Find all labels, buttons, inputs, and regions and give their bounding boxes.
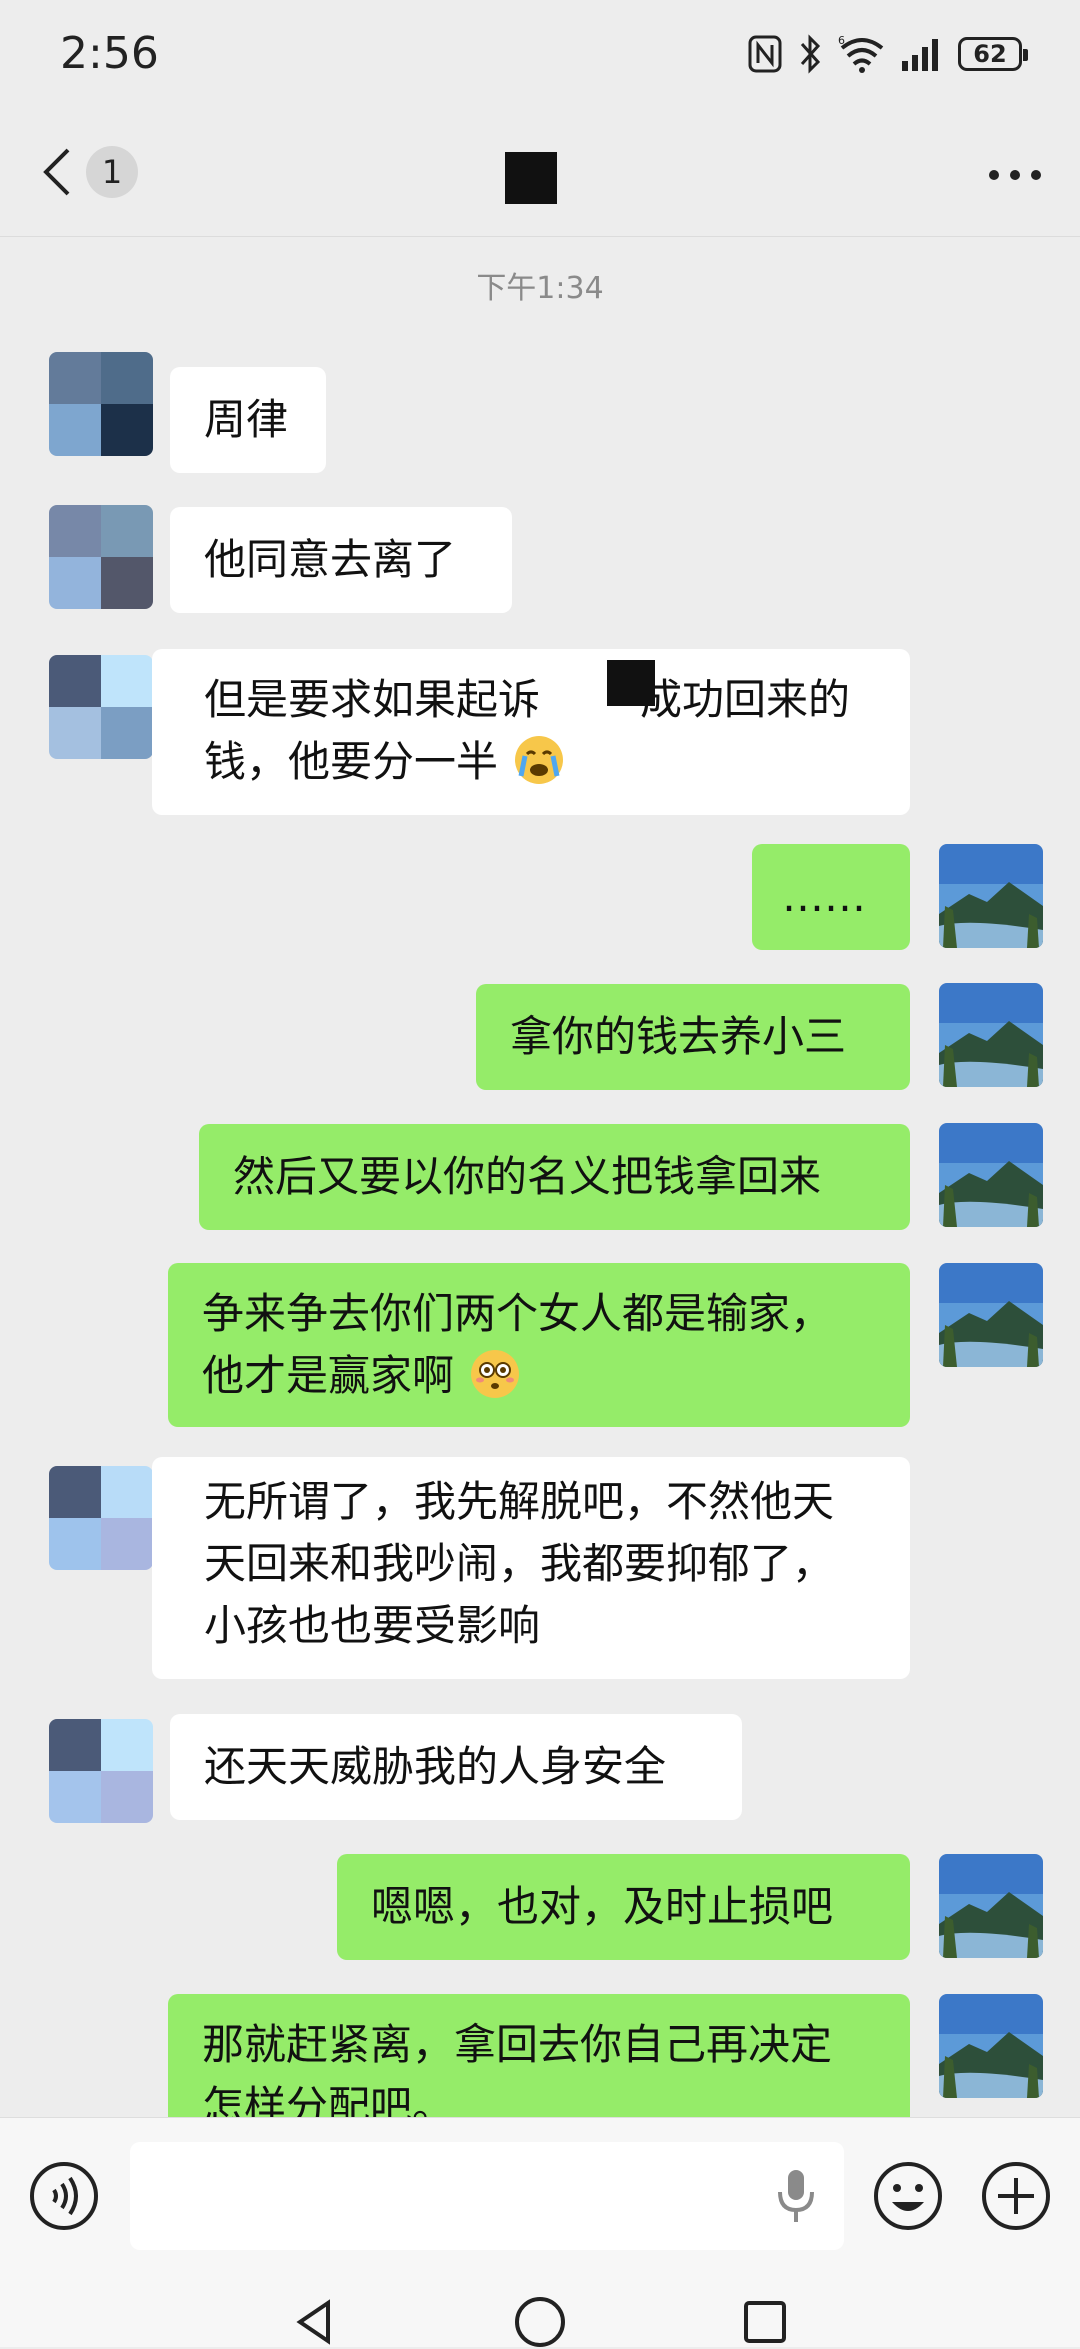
contact-avatar[interactable] [49,655,153,759]
plus-icon [982,2162,1050,2230]
contact-avatar[interactable] [49,1466,153,1570]
message-bubble-outgoing[interactable]: 那就赶紧离，拿回去你自己再决定 怎样分配吧。 [168,1994,910,2117]
message-bubble-incoming[interactable]: 还天天威胁我的人身安全 [170,1714,742,1820]
user-avatar[interactable] [939,1854,1043,1958]
voice-toggle-icon [30,2162,98,2230]
back-button[interactable]: 1 [38,140,158,204]
user-avatar[interactable] [939,1123,1043,1227]
message-text: 怎样分配吧。 [202,2082,455,2117]
message-bubble-incoming[interactable]: 但是要求如果起诉 成功回来的 钱，他要分一半 [152,649,910,815]
voice-toggle-button[interactable] [28,2160,100,2232]
message-text: 无所谓了，我先解脱吧，不然他天 [204,1477,835,1526]
microphone-icon[interactable] [776,2168,816,2224]
emoji-button[interactable] [872,2160,944,2232]
message-text: 小孩也也要受影响 [204,1601,541,1650]
svg-text:6: 6 [838,34,845,47]
landscape-avatar-image [939,1854,1043,1958]
signal-icon [902,39,938,71]
message-bubble-incoming[interactable]: 周律 [170,367,326,473]
flushed-emoji [471,1350,520,1398]
chat-header: 1 [0,110,1080,237]
landscape-avatar-image [939,844,1043,948]
recents-square-icon[interactable] [740,2297,790,2347]
emoji-icon [874,2162,942,2230]
more-dots-icon [989,170,1041,180]
message-input-bar [0,2117,1080,2278]
message-text: 然后又要以你的名义把钱拿回来 [233,1152,822,1201]
landscape-avatar-image [939,1994,1043,2098]
message-bubble-outgoing[interactable]: 嗯嗯，也对，及时止损吧 [337,1854,910,1960]
status-icons: 6 62 [748,32,1028,76]
message-bubble-incoming[interactable]: 他同意去离了 [170,507,512,613]
message-bubble-outgoing[interactable]: …… [752,844,910,950]
message-text: 拿你的钱去养小三 [510,1012,847,1061]
system-navigation-bar [0,2277,1080,2347]
message-list[interactable]: 下午1:34 周律 他同意去离了 但是要求如果起诉 成功回来的 钱，他要分一半 [0,237,1080,2117]
message-text: 但是要求如果起诉 [204,675,541,724]
home-circle-icon[interactable] [513,2295,567,2349]
chevron-left-icon [43,148,70,196]
message-text: 钱，他要分一半 [204,737,499,786]
more-button[interactable] [980,150,1050,200]
message-bubble-outgoing[interactable]: 拿你的钱去养小三 [476,984,910,1090]
message-bubble-outgoing[interactable]: 争来争去你们两个女人都是输家， 他才是赢家啊 [168,1263,910,1427]
user-avatar[interactable] [939,1263,1043,1367]
battery-icon: 62 [958,37,1028,71]
message-text-line: 钱，他要分一半 [204,731,876,793]
user-avatar[interactable] [939,1994,1043,2098]
status-bar: 2:56 6 62 [0,0,1080,110]
message-text: 争来争去你们两个女人都是输家， [202,1289,833,1338]
message-text: …… [782,872,866,921]
user-avatar[interactable] [939,844,1043,948]
message-text: 嗯嗯，也对，及时止损吧 [371,1882,834,1931]
message-bubble-incoming[interactable]: 无所谓了，我先解脱吧，不然他天 天回来和我吵闹，我都要抑郁了， 小孩也也要受影响 [152,1457,910,1679]
nfc-icon [748,35,782,73]
user-avatar[interactable] [939,983,1043,1087]
message-text-line: 但是要求如果起诉 成功回来的 [204,669,876,731]
message-text-line: 他才是赢家啊 [202,1345,876,1407]
contact-avatar[interactable] [49,352,153,456]
more-functions-button[interactable] [980,2160,1052,2232]
censor-block [607,660,655,706]
message-text: 天回来和我吵闹，我都要抑郁了， [204,1539,835,1588]
landscape-avatar-image [939,983,1043,1087]
contact-avatar[interactable] [49,1719,153,1823]
landscape-avatar-image [939,1263,1043,1367]
unread-count-badge: 1 [86,146,138,198]
message-bubble-outgoing[interactable]: 然后又要以你的名义把钱拿回来 [199,1124,910,1230]
contact-avatar[interactable] [49,505,153,609]
landscape-avatar-image [939,1123,1043,1227]
message-text: 他同意去离了 [204,535,457,584]
message-text: 周律 [204,395,289,444]
message-text: 还天天威胁我的人身安全 [204,1742,667,1791]
bluetooth-icon [800,34,821,74]
wifi-6-icon: 6 [838,34,884,73]
back-triangle-icon[interactable] [290,2297,340,2347]
chat-title-redacted [505,152,557,204]
message-text: 成功回来的 [640,675,851,724]
message-text: 他才是赢家啊 [202,1351,455,1400]
crying-emoji [515,736,564,784]
status-time: 2:56 [60,28,159,79]
message-timestamp: 下午1:34 [476,271,604,306]
message-text: 那就赶紧离，拿回去你自己再决定 [202,2020,833,2069]
message-input[interactable] [130,2142,844,2250]
